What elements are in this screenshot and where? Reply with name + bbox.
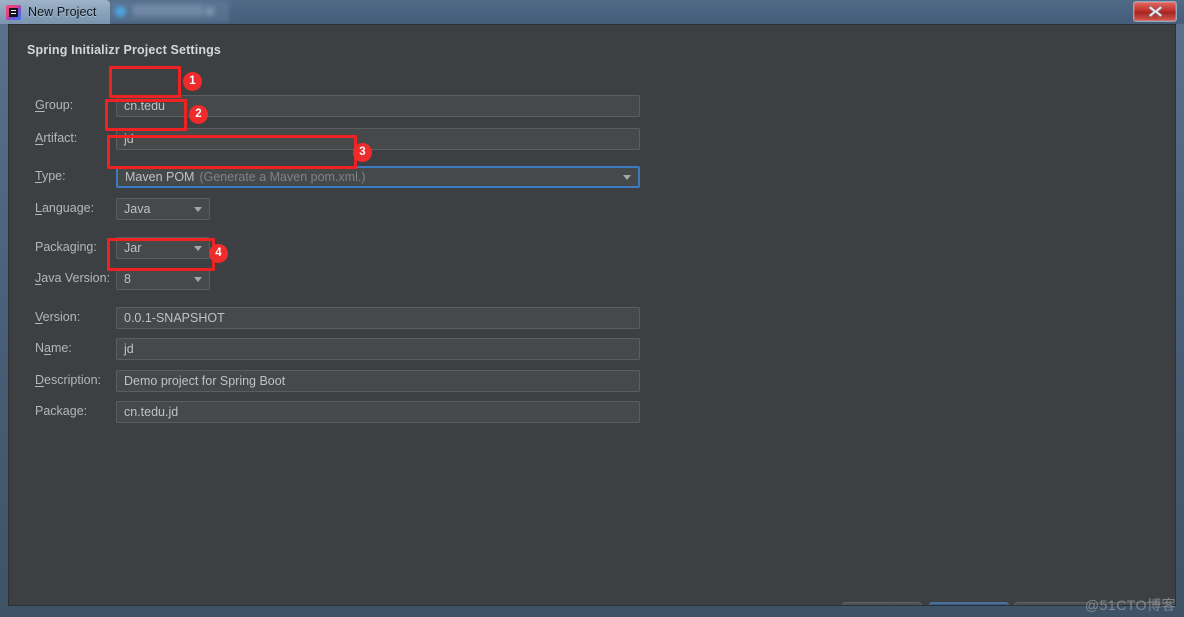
form-row-version: Version: 0.0.1-SNAPSHOT [35,307,1155,329]
language-combo[interactable]: Java [116,198,210,220]
language-label: Language: [35,201,95,215]
version-value: 0.0.1-SNAPSHOT [124,311,225,325]
form-row-name: Name: jd [35,338,1155,360]
window-frame: New Project Spring Initializr Project Se… [0,0,1184,617]
packaging-value: Jar [124,241,142,255]
description-value: Demo project for Spring Boot [124,374,286,388]
form-row-java-version: Java Version: 8 [35,268,1155,290]
form-row-package: Package: cn.tedu.jd [35,401,1155,423]
form-row-description: Description: Demo project for Spring Boo… [35,370,1155,392]
packaging-combo[interactable]: Jar [116,237,210,259]
name-label: Name: [35,341,72,355]
background-tab-close-blur [205,7,214,16]
package-value: cn.tedu.jd [124,405,179,419]
close-button[interactable] [1133,1,1177,22]
background-tab-blurred[interactable] [97,1,229,22]
artifact-value: jd [124,132,134,146]
form-row-group: Group: cn.tedu [35,95,1155,117]
group-value: cn.tedu [124,99,166,113]
language-value: Java [124,202,151,216]
chevron-down-icon[interactable] [623,175,631,180]
background-tab-icon [115,6,126,17]
packaging-label: Packaging: [35,240,97,254]
intellij-idea-icon [6,4,21,20]
artifact-label: Artifact: [35,131,78,145]
chevron-down-icon[interactable] [194,207,202,212]
java-version-value: 8 [124,272,131,286]
type-label: Type: [35,169,66,183]
version-field[interactable]: 0.0.1-SNAPSHOT [116,307,640,329]
annotation-badge-1: 1 [183,72,202,91]
previous-button[interactable]: Previous [842,602,922,605]
name-value: jd [124,342,134,356]
type-hint: (Generate a Maven pom.xml.) [199,170,366,184]
close-icon [1147,5,1163,18]
watermark: @51CTO博客 [1084,597,1176,613]
chevron-down-icon[interactable] [194,277,202,282]
group-field[interactable]: cn.tedu [116,95,640,117]
window-title-tab[interactable]: New Project [0,0,111,24]
package-label: Package: [35,404,88,418]
cancel-button[interactable]: Cancel [1014,602,1094,605]
window-title: New Project [28,5,97,19]
chevron-down-icon[interactable] [194,246,202,251]
name-field[interactable]: jd [116,338,640,360]
form-row-packaging: Packaging: Jar [35,237,1155,259]
form-row-language: Language: Java [35,198,1155,220]
package-field[interactable]: cn.tedu.jd [116,401,640,423]
new-project-dialog: Spring Initializr Project Settings Group… [8,24,1176,606]
artifact-field[interactable]: jd [116,128,640,150]
description-field[interactable]: Demo project for Spring Boot [116,370,640,392]
next-button[interactable]: Next [929,602,1009,605]
java-version-combo[interactable]: 8 [116,268,210,290]
page-title: Spring Initializr Project Settings [27,43,222,57]
annotation-box-1 [109,66,181,98]
form-row-artifact: Artifact: jd [35,128,1155,150]
version-label: Version: [35,310,81,324]
form-row-type: Type: Maven POM (Generate a Maven pom.xm… [35,166,1155,188]
group-label: Group: [35,98,74,112]
background-tab-label-blur [133,5,203,16]
description-label: Description: [35,373,102,387]
type-combo[interactable]: Maven POM (Generate a Maven pom.xml.) [116,166,640,188]
java-version-label: Java Version: [35,271,111,285]
type-value: Maven POM [125,170,195,184]
title-bar: New Project [0,0,1184,24]
